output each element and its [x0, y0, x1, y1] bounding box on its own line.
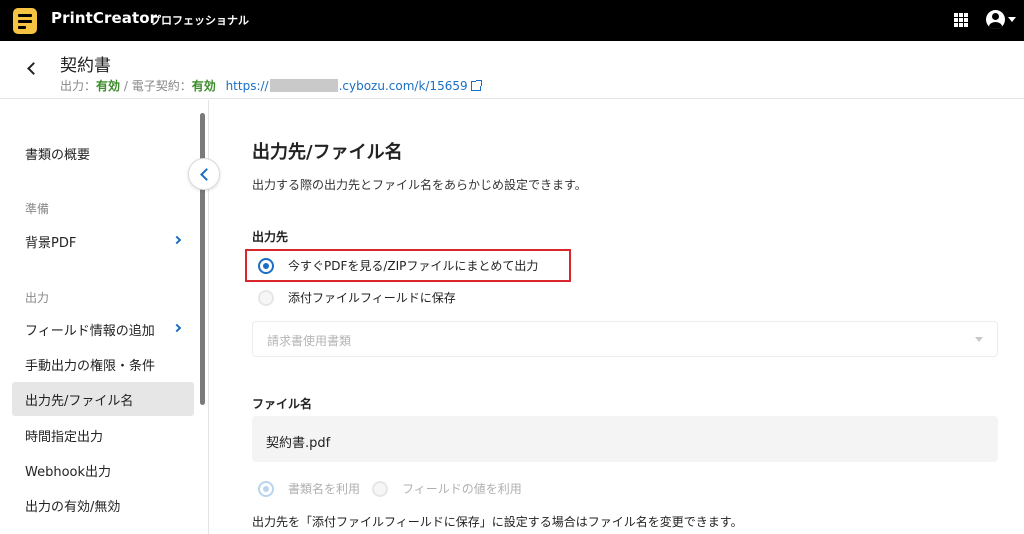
status-separator: / — [120, 79, 132, 93]
collapse-sidebar-button[interactable] — [188, 158, 220, 190]
sidebar-scrollbar[interactable] — [200, 113, 205, 405]
external-link-icon[interactable] — [470, 80, 482, 91]
radio-label: フィールドの値を利用 — [402, 482, 522, 496]
back-arrow-icon[interactable] — [26, 61, 38, 77]
select-placeholder: 請求書使用書類 — [267, 334, 352, 348]
edition-label: プロフェッショナル — [150, 14, 249, 27]
esign-label: 電子契約： — [131, 79, 192, 93]
radio-label: 添付ファイルフィールドに保存 — [288, 291, 456, 305]
radio-selected-icon[interactable] — [258, 257, 274, 274]
sidebar-section-output: 出力 — [25, 291, 50, 305]
brand-name: PrintCreator — [51, 9, 158, 27]
sidebar-item-webhook[interactable]: Webhook出力 — [12, 453, 194, 487]
radio-label: 今すぐPDFを見る/ZIPファイルにまとめて出力 — [288, 259, 539, 273]
top-bar: PrintCreator プロフェッショナル — [0, 0, 1024, 41]
filename-note: 出力先を「添付ファイルフィールドに保存」に設定する場合はファイル名を変更できます… — [252, 515, 743, 529]
sidebar-item-destination-filename[interactable]: 出力先/ファイル名 — [12, 382, 194, 416]
url-redaction — [269, 79, 338, 92]
radio-unselected-icon[interactable] — [258, 289, 274, 306]
sidebar-item-label: 手動出力の権限・条件 — [25, 358, 156, 374]
sidebar-item-label: 時間指定出力 — [25, 429, 104, 445]
app-title: 契約書 — [60, 56, 111, 76]
sidebar-item-label: Webhook出力 — [25, 464, 112, 480]
sidebar-item-label: 出力先/ファイル名 — [25, 393, 134, 409]
sidebar-item-field-info[interactable]: フィールド情報の追加 — [12, 312, 194, 346]
page-description: 出力する際の出力先とファイル名をあらかじめ設定できます。 — [252, 178, 587, 192]
app-url-link[interactable]: https:// .cybozu.com/k/15659 — [225, 79, 482, 93]
account-caret-down-icon[interactable] — [1008, 17, 1016, 22]
sidebar-item-manual-permissions[interactable]: 手動出力の権限・条件 — [12, 347, 194, 381]
filename-label: ファイル名 — [252, 397, 313, 411]
sidebar-item-background-pdf[interactable]: 背景PDF — [12, 224, 194, 258]
apps-grid-icon[interactable] — [954, 13, 968, 27]
filename-option-doc-name[interactable]: 書類名を利用 — [258, 480, 360, 497]
destination-label: 出力先 — [252, 230, 289, 244]
sidebar-item-label: フィールド情報の追加 — [25, 323, 155, 339]
filename-input[interactable]: 契約書.pdf — [252, 416, 998, 462]
chevron-right-icon — [172, 323, 182, 333]
filename-value: 契約書.pdf — [266, 436, 331, 451]
printcreator-logo-icon[interactable] — [13, 8, 37, 34]
output-status: 有効 — [96, 79, 121, 93]
destination-option-attachment[interactable]: 添付ファイルフィールドに保存 — [258, 289, 456, 306]
radio-label: 書類名を利用 — [288, 482, 361, 496]
sidebar-item-label: 背景PDF — [25, 235, 77, 251]
filename-option-field-value[interactable]: フィールドの値を利用 — [372, 480, 522, 497]
chevron-right-icon — [172, 235, 182, 245]
esign-status: 有効 — [191, 79, 216, 93]
page-title: 出力先/ファイル名 — [252, 142, 403, 163]
sidebar-item-scheduled-output[interactable]: 時間指定出力 — [12, 418, 194, 452]
sidebar-item-overview[interactable]: 書類の概要 — [12, 136, 194, 170]
radio-selected-icon[interactable] — [258, 480, 274, 497]
sidebar-item-output-toggle[interactable]: 出力の有効/無効 — [12, 488, 194, 522]
url-suffix: .cybozu.com/k/15659 — [338, 79, 468, 93]
dropdown-arrow-icon — [975, 337, 983, 342]
url-prefix: https:// — [225, 79, 269, 93]
sidebar-item-label: 書類の概要 — [25, 147, 91, 163]
destination-option-pdf-zip[interactable]: 今すぐPDFを見る/ZIPファイルにまとめて出力 — [258, 257, 538, 274]
radio-unselected-icon[interactable] — [372, 480, 388, 497]
attachment-field-select[interactable]: 請求書使用書類 — [252, 321, 998, 357]
sidebar-item-label: 出力の有効/無効 — [25, 499, 121, 515]
account-circle-icon[interactable] — [986, 10, 1005, 29]
output-label: 出力： — [60, 79, 97, 93]
app-status-line: 出力：有効 / 電子契約：有効 https://.cybozu.com/k/15… — [60, 77, 482, 94]
app-header: 契約書 出力：有効 / 電子契約：有効 https://.cybozu.com/… — [0, 41, 1024, 99]
sidebar-section-prepare: 準備 — [25, 202, 50, 216]
